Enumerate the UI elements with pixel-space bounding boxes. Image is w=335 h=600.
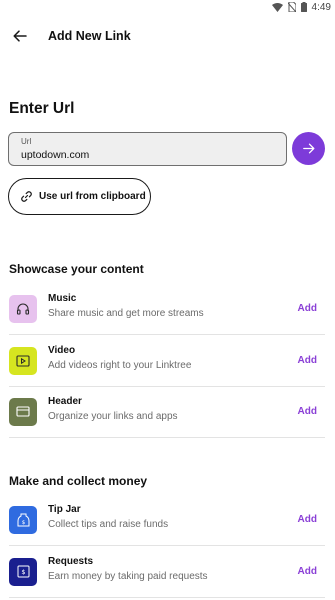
video-icon-tile: [9, 346, 37, 375]
requests-icon-tile: $: [9, 557, 37, 586]
requests-icon: $: [17, 565, 29, 578]
use-clipboard-button[interactable]: Use url from clipboard: [8, 178, 151, 215]
list-item-music[interactable]: Music Share music and get more streams A…: [0, 283, 335, 334]
add-header-button[interactable]: Add: [298, 406, 317, 417]
item-subtitle: Earn money by taking paid requests: [48, 571, 208, 582]
headphones-icon: [16, 303, 30, 315]
page-title: Add New Link: [48, 29, 131, 43]
svg-text:$: $: [21, 519, 25, 525]
item-title: Music: [48, 293, 77, 304]
enter-url-heading: Enter Url: [9, 100, 75, 117]
item-subtitle: Add videos right to your Linktree: [48, 360, 192, 371]
url-input[interactable]: Url uptodown.com: [8, 132, 287, 166]
arrow-left-icon: [13, 30, 27, 42]
item-subtitle: Organize your links and apps: [48, 411, 178, 422]
video-icon: [16, 354, 30, 367]
header-icon: [16, 406, 30, 417]
svg-text:$: $: [21, 568, 25, 576]
add-music-button[interactable]: Add: [298, 303, 317, 314]
url-field-label: Url: [21, 137, 32, 146]
arrow-right-icon: [302, 143, 314, 154]
battery-icon: [300, 2, 307, 12]
submit-url-button[interactable]: [292, 132, 325, 165]
item-subtitle: Share music and get more streams: [48, 308, 204, 319]
item-title: Header: [48, 396, 82, 407]
status-time: 4:49: [311, 1, 331, 13]
add-tip-jar-button[interactable]: Add: [298, 514, 317, 525]
use-clipboard-label: Use url from clipboard: [39, 191, 146, 202]
item-title: Requests: [48, 556, 94, 567]
app-bar: Add New Link: [0, 22, 335, 50]
url-field-value[interactable]: uptodown.com: [21, 148, 286, 162]
item-title: Tip Jar: [48, 504, 81, 515]
back-button[interactable]: [4, 22, 36, 50]
showcase-heading: Showcase your content: [9, 262, 144, 276]
status-bar: 4:49: [0, 0, 335, 14]
list-item-video[interactable]: Video Add videos right to your Linktree …: [0, 335, 335, 386]
list-item-tip-jar[interactable]: $ Tip Jar Collect tips and raise funds A…: [0, 494, 335, 545]
item-subtitle: Collect tips and raise funds: [48, 519, 169, 530]
list-item-requests[interactable]: $ Requests Earn money by taking paid req…: [0, 546, 335, 597]
header-icon-tile: [9, 397, 37, 426]
music-icon-tile: [9, 294, 37, 323]
tip-jar-icon: $: [17, 513, 29, 526]
add-requests-button[interactable]: Add: [298, 566, 317, 577]
list-item-header[interactable]: Header Organize your links and apps Add: [0, 386, 335, 437]
tip-jar-icon-tile: $: [9, 505, 37, 534]
divider: [9, 437, 325, 438]
divider: [9, 597, 325, 598]
add-video-button[interactable]: Add: [298, 355, 317, 366]
no-sim-icon: [287, 2, 296, 12]
wifi-icon: [271, 2, 283, 12]
item-title: Video: [48, 345, 76, 356]
money-heading: Make and collect money: [9, 474, 148, 488]
link-icon: [21, 191, 32, 202]
